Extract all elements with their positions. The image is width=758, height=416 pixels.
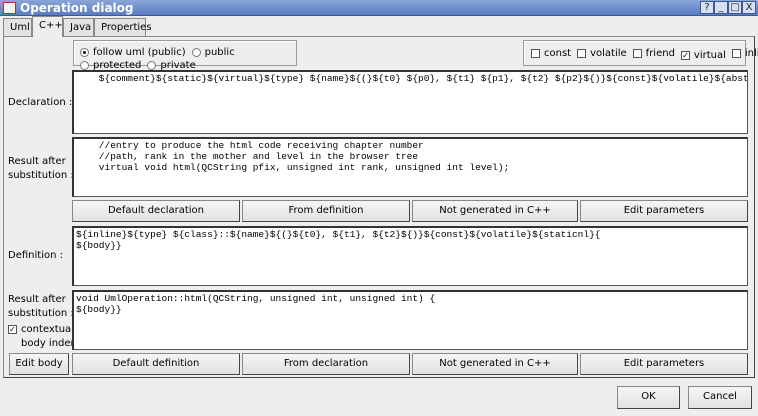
radio-icon [191, 48, 201, 57]
radio-icon [147, 61, 157, 70]
label-line: Result after [8, 156, 66, 167]
definition-input[interactable]: ${inline}${type} ${class}::${name}${(}${… [72, 226, 748, 286]
checkbox-icon [731, 49, 741, 58]
checkbox-volatile[interactable]: volatile [577, 48, 627, 59]
ok-button[interactable]: OK [617, 386, 680, 409]
label-line: Result after [8, 294, 66, 305]
checkbox-icon [632, 49, 642, 58]
checkbox-virtual[interactable]: ✓ virtual [680, 50, 726, 61]
cancel-button[interactable]: Cancel [688, 386, 752, 409]
radio-follow-uml[interactable]: follow uml (public) [80, 47, 186, 58]
tab-cpp[interactable]: C++ [32, 16, 63, 37]
checkbox-icon [531, 49, 540, 58]
label-line: substitution : [8, 308, 74, 319]
checkmark-icon: ✓ [680, 51, 690, 60]
maximize-button[interactable]: □ [728, 1, 742, 14]
radio-icon [80, 48, 89, 57]
checkmark-icon: ✓ [8, 325, 17, 334]
declaration-input[interactable]: ${comment}${static}${virtual}${type} ${n… [72, 70, 748, 134]
definition-label: Definition : [8, 250, 63, 261]
visibility-group: follow uml (public) public protected privat… [73, 40, 297, 71]
def-result-label: Result after substitution : [8, 293, 74, 321]
default-definition-button[interactable]: Default definition [72, 353, 240, 375]
definition-result: void UmlOperation::html(QCString, unsign… [72, 290, 748, 350]
checkbox-const[interactable]: const [531, 48, 571, 59]
checkbox-icon [577, 49, 587, 58]
from-declaration-button[interactable]: From declaration [242, 353, 410, 375]
default-declaration-button[interactable]: Default declaration [72, 200, 240, 222]
checkbox-friend[interactable]: friend [632, 48, 675, 59]
decl-edit-parameters-button[interactable]: Edit parameters [580, 200, 748, 222]
from-definition-button[interactable]: From definition [242, 200, 410, 222]
edit-body-button[interactable]: Edit body [9, 353, 69, 375]
minimize-button[interactable]: _ [714, 1, 728, 14]
contextual-body-indent-checkbox[interactable]: ✓ contextual body indent [8, 323, 81, 351]
close-button[interactable]: X [742, 1, 756, 14]
app-icon [3, 2, 16, 14]
def-not-generated-button[interactable]: Not generated in C++ [412, 353, 578, 375]
modifiers-group: const volatile friend ✓virtual inline [523, 40, 758, 66]
tab-uml[interactable]: Uml [3, 18, 32, 37]
declaration-result: //entry to produce the html code receivi… [72, 137, 748, 197]
declaration-label: Declaration : [8, 97, 73, 108]
radio-icon [80, 61, 89, 70]
tab-java[interactable]: Java [63, 18, 94, 37]
tab-properties[interactable]: Properties [94, 18, 152, 37]
decl-result-label: Result after substitution : [8, 155, 74, 183]
def-edit-parameters-button[interactable]: Edit parameters [580, 353, 748, 375]
decl-not-generated-button[interactable]: Not generated in C++ [412, 200, 578, 222]
help-button[interactable]: ? [700, 1, 714, 14]
radio-public[interactable]: public [191, 47, 235, 58]
window-title: Operation dialog [20, 1, 134, 15]
label-line: substitution : [8, 170, 74, 181]
checkbox-inline[interactable]: inline [731, 48, 758, 59]
